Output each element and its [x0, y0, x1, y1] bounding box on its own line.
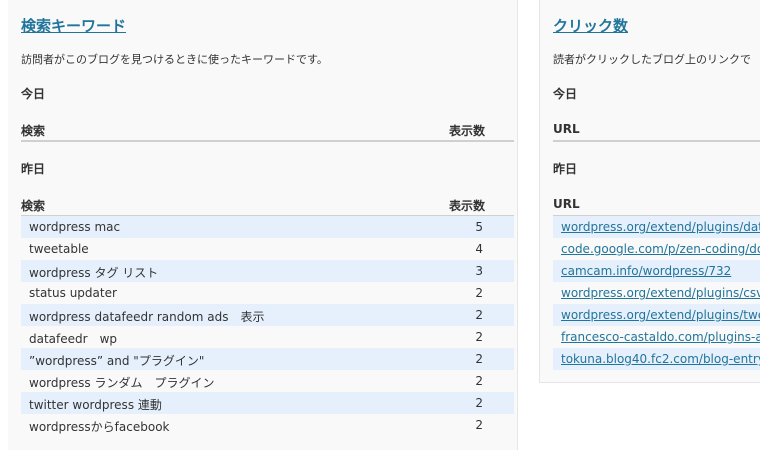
count-cell: 2: [475, 374, 483, 388]
table-row: francesco-castaldo.com/plugins-and-widge…: [553, 326, 760, 348]
yesterday-url-header: URL: [553, 193, 760, 217]
today-table-header: 検索 表示数: [21, 118, 514, 142]
keyword-cell: status updater: [29, 286, 117, 300]
url-link[interactable]: wordpress.org/extend/plugins/datafeedr: [561, 220, 760, 234]
url-link[interactable]: wordpress.org/extend/plugins/tweetable: [561, 308, 760, 322]
table-row: camcam.info/wordpress/732: [553, 260, 760, 282]
search-keywords-description: 訪問者がこのブログを見つけるときに使ったキーワードです。: [21, 53, 328, 66]
clicks-description: 読者がクリックしたブログ上のリンクで: [553, 53, 751, 66]
keyword-cell: twitter wordpress 連動: [29, 398, 162, 412]
table-row: datafeedr wp 2: [21, 326, 514, 348]
table-row: wordpress mac 5: [21, 216, 514, 238]
table-row: wordpress.org/extend/plugins/datafeedr: [553, 216, 760, 238]
count-cell: 3: [475, 264, 483, 278]
url-link[interactable]: camcam.info/wordpress/732: [561, 264, 731, 278]
keyword-cell: wordpress mac: [29, 220, 121, 234]
keyword-cell: wordpress ランダム プラグイン: [29, 376, 215, 390]
table-row: tweetable 4: [21, 238, 514, 260]
col-views-header: 表示数: [448, 199, 485, 213]
table-row: twitter wordpress 連動 2: [21, 392, 514, 414]
keyword-cell: wordpress datafeedr random ads 表示: [29, 310, 265, 324]
table-row: wordpress datafeedr random ads 表示 2: [21, 304, 514, 326]
count-cell: 4: [475, 242, 483, 256]
col-url-header: URL: [553, 122, 580, 136]
keyword-cell: datafeedr wp: [29, 332, 118, 346]
url-link[interactable]: francesco-castaldo.com/plugins-and-widge…: [561, 330, 760, 344]
keyword-cell: tweetable: [29, 242, 89, 256]
count-cell: 5: [475, 220, 483, 234]
count-cell: 2: [475, 308, 483, 322]
table-row: tokuna.blog40.fc2.com/blog-entry-1: [553, 348, 760, 370]
col-search-header: 検索: [21, 124, 46, 138]
keyword-cell: wordpressからfacebook: [29, 420, 170, 434]
search-keywords-panel: 検索キーワード 訪問者がこのブログを見つけるときに使ったキーワードです。 今日 …: [8, 0, 518, 450]
url-link[interactable]: tokuna.blog40.fc2.com/blog-entry-1: [561, 352, 760, 366]
yesterday-label: 昨日: [553, 162, 578, 176]
today-label: 今日: [553, 87, 578, 101]
table-row: status updater 2: [21, 282, 514, 304]
count-cell: 2: [475, 286, 483, 300]
keyword-cell: ”wordpress” and "プラグイン": [29, 354, 205, 368]
table-row: ”wordpress” and "プラグイン" 2: [21, 348, 514, 370]
today-url-header: URL: [553, 118, 760, 142]
count-cell: 2: [475, 418, 483, 432]
clicks-title-link[interactable]: クリック数: [553, 15, 628, 36]
keyword-cell: wordpress タグ リスト: [29, 266, 159, 280]
today-label: 今日: [21, 87, 46, 101]
table-row: wordpressからfacebook 2: [21, 414, 514, 436]
col-search-header: 検索: [21, 199, 46, 213]
col-views-header: 表示数: [448, 124, 485, 138]
search-keywords-title-link[interactable]: 検索キーワード: [21, 15, 126, 36]
yesterday-label: 昨日: [21, 162, 46, 176]
yesterday-keywords-table: wordpress mac 5 tweetable 4 wordpress タグ リ…: [21, 216, 514, 436]
table-row: wordpress タグ リスト 3: [21, 260, 514, 282]
count-cell: 2: [475, 330, 483, 344]
table-row: wordpress ランダム プラグイン 2: [21, 370, 514, 392]
table-row: code.google.com/p/zen-coding/downloads: [553, 238, 760, 260]
url-link[interactable]: wordpress.org/extend/plugins/csv-importe…: [561, 286, 760, 300]
yesterday-urls-table: wordpress.org/extend/plugins/datafeedr c…: [553, 216, 760, 370]
count-cell: 2: [475, 352, 483, 366]
url-link[interactable]: code.google.com/p/zen-coding/downloads: [561, 242, 760, 256]
count-cell: 2: [475, 396, 483, 410]
table-row: wordpress.org/extend/plugins/csv-importe…: [553, 282, 760, 304]
clicks-panel: クリック数 読者がクリックしたブログ上のリンクで 今日 URL 昨日 URL w…: [539, 0, 760, 383]
table-row: wordpress.org/extend/plugins/tweetable: [553, 304, 760, 326]
col-url-header: URL: [553, 197, 580, 211]
yesterday-table-header: 検索 表示数: [21, 193, 514, 217]
